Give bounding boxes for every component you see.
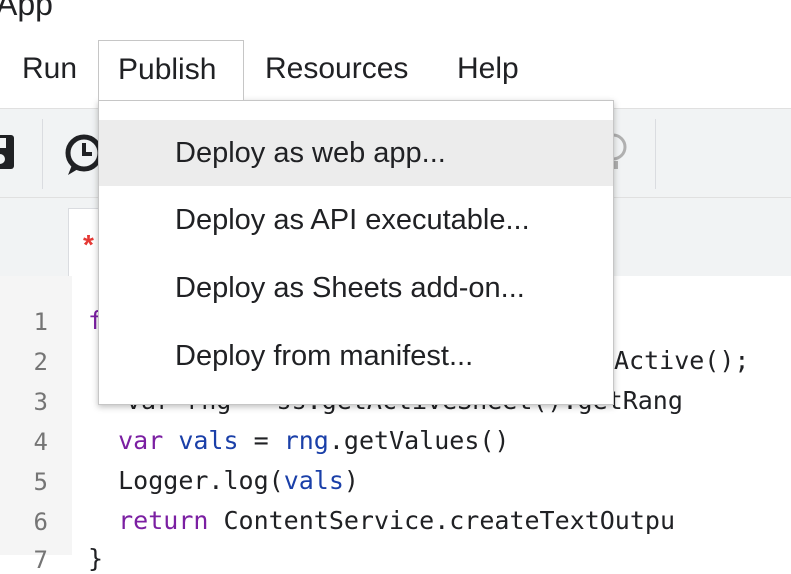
menu-publish[interactable]: Publish xyxy=(98,40,244,100)
toolbar-separator xyxy=(655,119,656,189)
menu-item-deploy-from-manifest[interactable]: Deploy from manifest... xyxy=(99,323,613,389)
line-number: 7 xyxy=(33,546,48,574)
line-number: 2 xyxy=(33,348,48,376)
menu-resources[interactable]: Resources xyxy=(265,40,408,100)
code-line-6: return ContentService.createTextOutpu xyxy=(118,506,676,535)
line-number: 3 xyxy=(33,388,48,416)
line-number: 6 xyxy=(33,508,48,536)
app-title: App xyxy=(0,0,53,22)
menu-help[interactable]: Help xyxy=(457,40,519,100)
line-number-gutter: 1 2 3 4 5 6 7 xyxy=(0,276,72,574)
code-line-2: Active(); xyxy=(614,346,750,375)
menu-bar: Run Publish Resources Help xyxy=(0,40,791,100)
menu-item-deploy-sheets-addon[interactable]: Deploy as Sheets add-on... xyxy=(99,255,613,321)
code-line-5: Logger.log(vals) xyxy=(118,466,359,495)
line-number: 5 xyxy=(33,468,48,496)
unsaved-marker: * xyxy=(83,229,94,260)
toolbar-separator xyxy=(42,119,43,189)
save-icon[interactable] xyxy=(0,135,16,176)
code-line-4: var vals = rng.getValues() xyxy=(118,426,510,455)
menu-run[interactable]: Run xyxy=(22,40,77,100)
line-number: 4 xyxy=(33,428,48,456)
line-number: 1 xyxy=(33,308,48,336)
publish-menu: Deploy as web app... Deploy as API execu… xyxy=(98,100,614,405)
menu-item-deploy-web-app[interactable]: Deploy as web app... xyxy=(99,120,613,186)
menu-item-deploy-api-executable[interactable]: Deploy as API executable... xyxy=(99,187,613,253)
code-line-7: } xyxy=(88,544,104,573)
